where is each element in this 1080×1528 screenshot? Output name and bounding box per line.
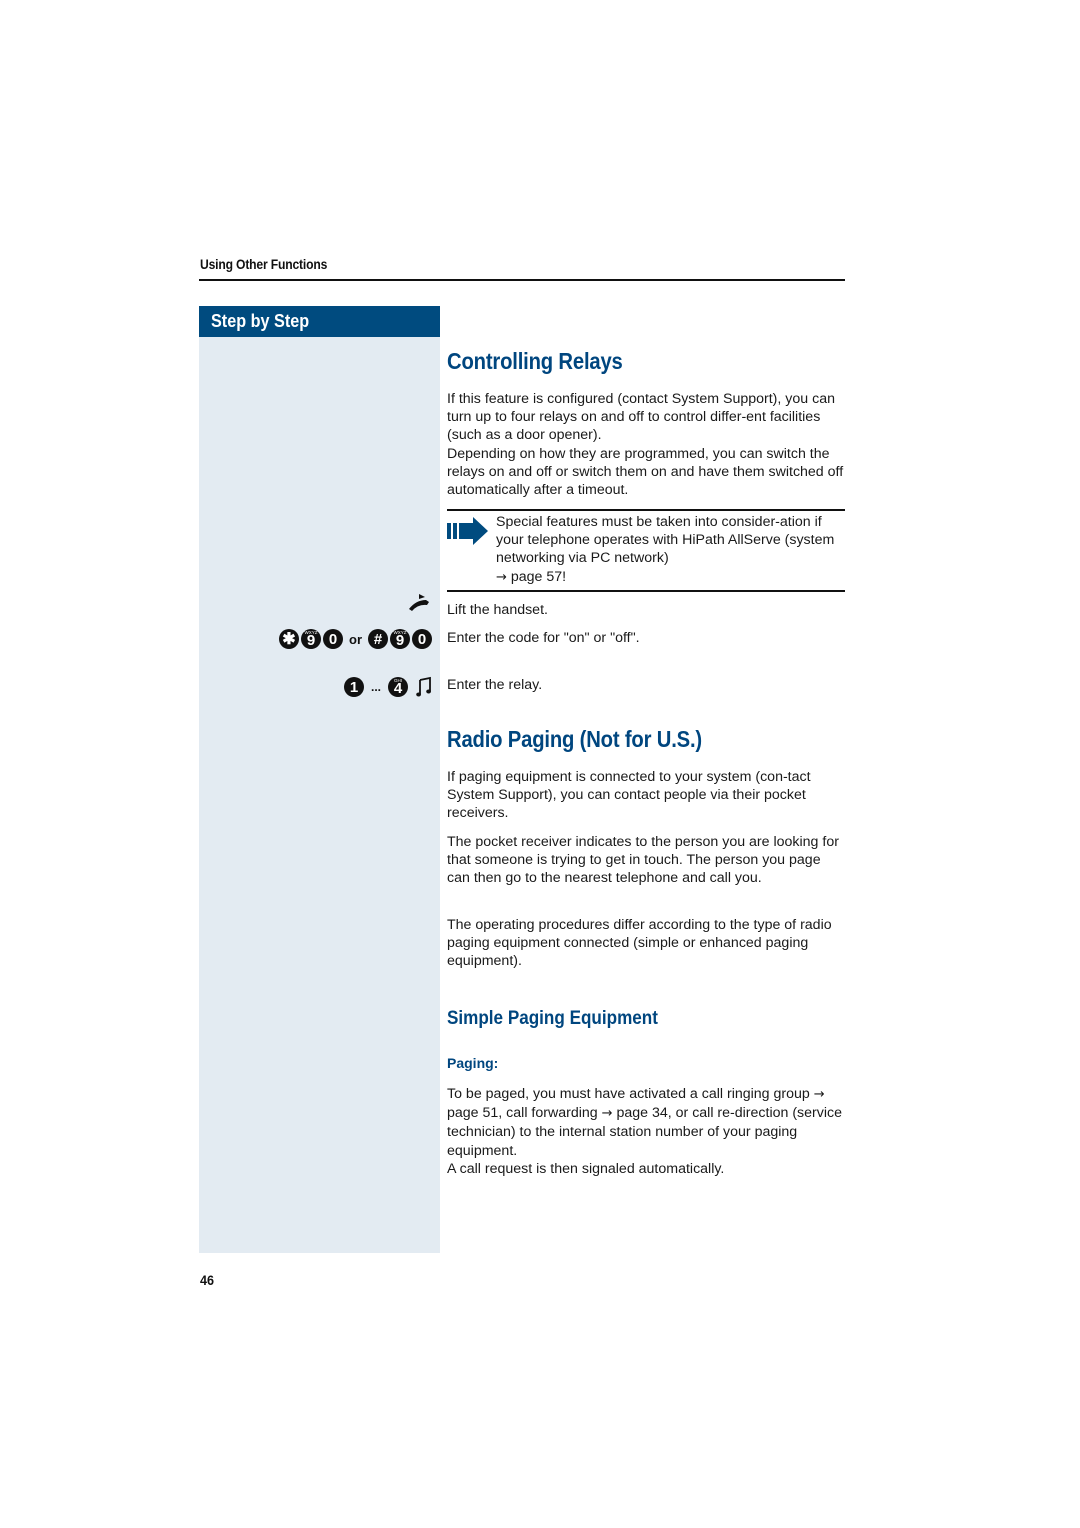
- note-body: Special features must be taken into cons…: [496, 514, 835, 567]
- simple-paging-body: To be paged, you must have activated a c…: [447, 1085, 847, 1178]
- step-lift-handset: Lift the handset.: [447, 602, 548, 618]
- key-star: ✱: [279, 629, 299, 649]
- header-divider: [199, 279, 845, 281]
- key-hash: #: [368, 629, 388, 649]
- page-ref-arrow-icon: →: [496, 569, 507, 585]
- step-by-step-sidebar: [199, 306, 440, 1253]
- page-ref-arrow-icon: →: [601, 1106, 613, 1122]
- page-number: 46: [200, 1272, 215, 1288]
- key-9: WXYZ 9: [301, 629, 321, 649]
- handset-lift-icon: [406, 592, 432, 612]
- call-request-line: A call request is then signaled automati…: [447, 1160, 725, 1177]
- controlling-relays-intro: If this feature is configured (contact S…: [447, 390, 847, 499]
- intro-paragraph-2: Depending on how they are programmed, yo…: [447, 445, 844, 499]
- body-text: To be paged, you must have activated a c…: [447, 1086, 814, 1102]
- key-4: GHI 4: [388, 677, 408, 697]
- paging-subheading: Paging:: [447, 1055, 499, 1071]
- note-arrow-icon: [447, 517, 489, 545]
- body-text: , call forwarding: [498, 1105, 602, 1122]
- relay-range-keys: 1 ... GHI 4: [343, 676, 432, 698]
- radio-paging-paragraph-1: If paging equipment is connected to your…: [447, 769, 811, 822]
- step-enter-code: Enter the code for "on" or "off".: [447, 630, 640, 646]
- note-top-divider: [447, 509, 845, 511]
- on-off-code-keys: ✱ WXYZ 9 0 or # WXYZ 9 0: [279, 629, 432, 649]
- step-by-step-title: Step by Step: [199, 306, 440, 337]
- section-header: Using Other Functions: [200, 257, 328, 272]
- radio-paging-heading: Radio Paging (Not for U.S.): [447, 726, 702, 752]
- page-34-link[interactable]: page 34: [616, 1105, 667, 1121]
- radio-paging-paragraph-2: The pocket receiver indicates to the per…: [447, 834, 839, 887]
- simple-paging-heading: Simple Paging Equipment: [447, 1008, 658, 1029]
- page-51-link[interactable]: page 51: [447, 1105, 498, 1121]
- radio-paging-paragraph-3: The operating procedures differ accordin…: [447, 917, 832, 970]
- step-by-step-label: Step by Step: [211, 311, 310, 331]
- music-note-icon: [416, 676, 432, 698]
- key-0: 0: [323, 629, 343, 649]
- key-1: 1: [343, 677, 364, 697]
- step-enter-relay: Enter the relay.: [447, 677, 543, 693]
- note-bottom-divider: [447, 590, 845, 592]
- key-9: WXYZ 9: [390, 629, 410, 649]
- page-ref-arrow-icon: →: [813, 1087, 825, 1102]
- or-label: or: [349, 631, 362, 647]
- key-0: 0: [412, 629, 432, 649]
- controlling-relays-heading: Controlling Relays: [447, 348, 623, 374]
- intro-paragraph-1: If this feature is configured (contact S…: [447, 391, 835, 444]
- page-57-link[interactable]: page 57!: [511, 569, 566, 585]
- note-text: Special features must be taken into cons…: [496, 513, 846, 587]
- range-ellipsis: ...: [370, 680, 381, 694]
